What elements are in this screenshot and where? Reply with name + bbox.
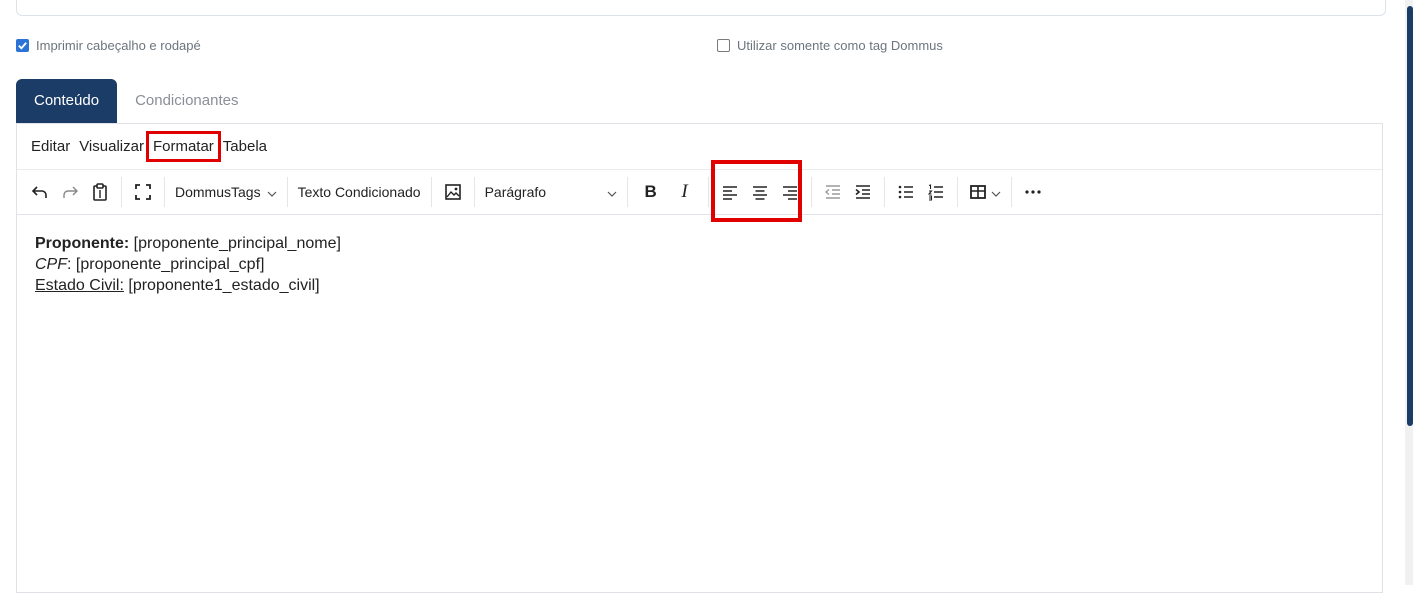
toolbar-separator (626, 177, 628, 207)
bold-button[interactable]: B (634, 175, 668, 209)
proponente-label: Proponente: (35, 235, 130, 252)
toolbar-separator (430, 177, 432, 207)
menu-visualizar[interactable]: Visualizar (79, 138, 144, 155)
top-input-field[interactable] (16, 0, 1386, 16)
checkmark-icon (18, 42, 27, 50)
use-as-tag-option[interactable]: Utilizar somente como tag Dommus (717, 38, 943, 53)
use-as-tag-checkbox[interactable] (717, 39, 730, 52)
toolbar-separator (286, 177, 288, 207)
outdent-button[interactable] (818, 175, 848, 209)
use-as-tag-label: Utilizar somente como tag Dommus (737, 38, 943, 53)
paste-button[interactable] (85, 175, 115, 209)
numbered-list-button[interactable] (921, 175, 951, 209)
dommus-tags-dropdown[interactable]: DommusTags (171, 175, 281, 209)
editor-content[interactable]: Proponente: [proponente_principal_nome] … (17, 215, 1382, 314)
align-left-icon (722, 186, 737, 200)
align-right-icon (782, 186, 797, 200)
ellipsis-icon (1024, 190, 1041, 194)
content-line-cpf: CPF: [proponente_principal_cpf] (35, 254, 1364, 275)
align-right-button[interactable] (775, 175, 805, 209)
toolbar-separator (956, 177, 958, 207)
numbered-list-icon (927, 184, 943, 201)
tab-condicionantes[interactable]: Condicionantes (117, 79, 256, 123)
tab-conteudo[interactable]: Conteúdo (16, 79, 118, 123)
menu-formatar[interactable]: Formatar (145, 131, 221, 162)
estado-civil-label: Estado Civil: (35, 277, 124, 294)
toolbar-separator (810, 177, 812, 207)
estado-civil-value: [proponente1_estado_civil] (123, 277, 320, 294)
paragraph-format-dropdown[interactable]: Parágrafo (481, 175, 621, 209)
table-icon (969, 185, 986, 199)
print-header-footer-checkbox[interactable] (16, 39, 29, 52)
clipboard-icon (93, 183, 107, 201)
page-scrollbar[interactable] (1405, 0, 1413, 585)
paragraph-format-label: Parágrafo (484, 184, 547, 200)
proponente-value: [proponente_principal_nome] (129, 235, 341, 252)
redo-icon (63, 186, 78, 198)
print-header-footer-option[interactable]: Imprimir cabeçalho e rodapé (16, 38, 201, 53)
toolbar-separator (164, 177, 165, 207)
chevron-down-icon (267, 184, 277, 200)
chevron-down-icon (607, 184, 617, 200)
fullscreen-icon (135, 184, 151, 200)
more-options-button[interactable] (1018, 175, 1048, 209)
toolbar-separator (121, 177, 122, 207)
texto-condicionado-button[interactable]: Texto Condicionado (294, 175, 425, 209)
dommus-tags-label: DommusTags (175, 184, 261, 200)
outdent-icon (824, 185, 840, 199)
fullscreen-button[interactable] (128, 175, 158, 209)
toolbar-separator (1010, 177, 1012, 207)
bullet-list-icon (898, 185, 913, 199)
undo-button[interactable] (25, 175, 55, 209)
align-center-button[interactable] (745, 175, 775, 209)
menu-tabela[interactable]: Tabela (223, 138, 267, 155)
cpf-value: : [proponente_principal_cpf] (67, 256, 265, 273)
indent-button[interactable] (848, 175, 878, 209)
chevron-down-icon (991, 184, 1001, 201)
editor-menubar: Editar Visualizar Formatar Tabela (17, 124, 1382, 170)
insert-image-button[interactable] (438, 175, 468, 209)
content-tabs: Conteúdo Condicionantes (16, 79, 256, 123)
menu-editar[interactable]: Editar (31, 138, 70, 155)
toolbar-separator (473, 177, 475, 207)
italic-button[interactable]: I (668, 175, 702, 209)
editor-toolbar: DommusTags Texto Condicionado Parágrafo … (17, 170, 1382, 215)
redo-button[interactable] (55, 175, 85, 209)
align-left-button[interactable] (715, 175, 745, 209)
image-icon (444, 184, 461, 200)
toolbar-separator (883, 177, 885, 207)
toolbar-separator (707, 177, 709, 207)
cpf-label: CPF (35, 256, 67, 273)
rich-text-editor: Editar Visualizar Formatar Tabela Dommus… (16, 123, 1383, 593)
indent-icon (855, 185, 870, 199)
scrollbar-thumb[interactable] (1407, 6, 1413, 426)
align-center-icon (752, 186, 767, 200)
print-header-footer-label: Imprimir cabeçalho e rodapé (36, 38, 201, 53)
content-line-proponente: Proponente: [proponente_principal_nome] (35, 233, 1364, 254)
bullet-list-button[interactable] (891, 175, 921, 209)
undo-icon (31, 186, 47, 198)
table-dropdown[interactable] (964, 175, 1005, 209)
content-line-estado-civil: Estado Civil: [proponente1_estado_civil] (35, 275, 1364, 296)
